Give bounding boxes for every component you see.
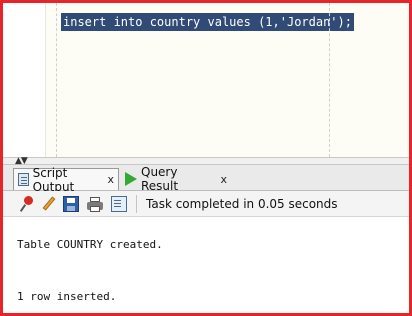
highlight-frame [0, 0, 412, 316]
